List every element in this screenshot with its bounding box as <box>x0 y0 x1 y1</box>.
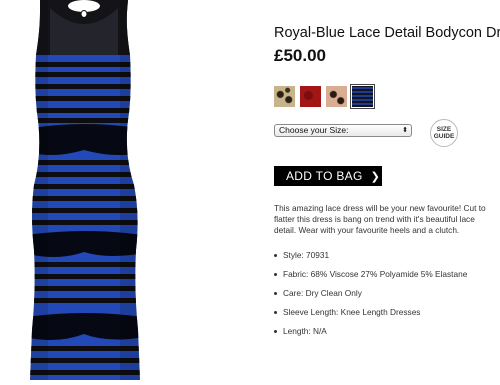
dress-stripe <box>30 286 140 291</box>
swatch-nude[interactable] <box>326 86 347 107</box>
product-details-list: Style: 70931 Fabric: 68% Viscose 27% Pol… <box>274 246 467 341</box>
bullet-icon <box>274 292 277 295</box>
size-guide-button[interactable]: SIZE GUIDE <box>430 119 458 147</box>
select-arrows-icon: ⬍ <box>402 127 408 134</box>
dress-stripe <box>30 72 140 77</box>
detail-sleeve-length: Sleeve Length: Knee Length Dresses <box>274 303 467 322</box>
detail-text: Sleeve Length: Knee Length Dresses <box>283 307 421 317</box>
bullet-icon <box>274 254 277 257</box>
add-to-bag-button[interactable]: ADD TO BAG ❯ <box>274 166 382 186</box>
product-description: This amazing lace dress will be your new… <box>274 203 486 235</box>
detail-length: Length: N/A <box>274 322 467 341</box>
dress-stripe <box>30 62 140 67</box>
detail-text: Fabric: 68% Viscose 27% Polyamide 5% Ela… <box>283 269 468 279</box>
size-select[interactable]: Choose your Size: ⬍ <box>274 124 412 137</box>
detail-text: Care: Dry Clean Only <box>283 288 362 298</box>
bullet-icon <box>274 311 277 314</box>
detail-text: Style: 70931 <box>283 250 330 260</box>
size-select-value: Choose your Size: <box>279 125 349 135</box>
detail-care: Care: Dry Clean Only <box>274 284 467 303</box>
chevron-right-icon: ❯ <box>370 171 381 183</box>
detail-text: Length: N/A <box>283 326 327 336</box>
bullet-icon <box>274 330 277 333</box>
dress-stripe <box>30 108 140 113</box>
swatch-red[interactable] <box>300 86 321 107</box>
dress-stripe <box>30 196 140 201</box>
dress-stripe <box>30 84 140 89</box>
dress-stripe <box>30 346 140 351</box>
dress-stripe <box>30 208 140 213</box>
add-to-bag-label: ADD TO BAG <box>286 169 363 183</box>
dress-stripe <box>30 274 140 279</box>
size-guide-line2: GUIDE <box>433 133 455 140</box>
dress-stripe <box>30 184 140 189</box>
size-guide-line1: SIZE <box>436 126 452 133</box>
dress-stripe <box>30 220 140 225</box>
dress-stripe <box>30 172 140 177</box>
dress-stripe <box>30 298 140 303</box>
swatch-royal-blue[interactable] <box>350 84 375 109</box>
dress-stripe <box>30 358 140 363</box>
product-image[interactable] <box>0 0 165 385</box>
bullet-icon <box>274 273 277 276</box>
dress-stripe <box>30 96 140 101</box>
dress-stripe <box>30 160 140 165</box>
dress-stripe <box>30 370 140 375</box>
product-price: £50.00 <box>274 46 326 65</box>
product-title: Royal-Blue Lace Detail Bodycon Dress <box>274 25 500 41</box>
product-details-panel: Royal-Blue Lace Detail Bodycon Dress £50… <box>270 0 500 385</box>
dress-stripe <box>30 262 140 267</box>
dress-stripe <box>30 118 140 123</box>
detail-fabric: Fabric: 68% Viscose 27% Polyamide 5% Ela… <box>274 265 467 284</box>
detail-style: Style: 70931 <box>274 246 467 265</box>
swatch-leopard[interactable] <box>274 86 295 107</box>
